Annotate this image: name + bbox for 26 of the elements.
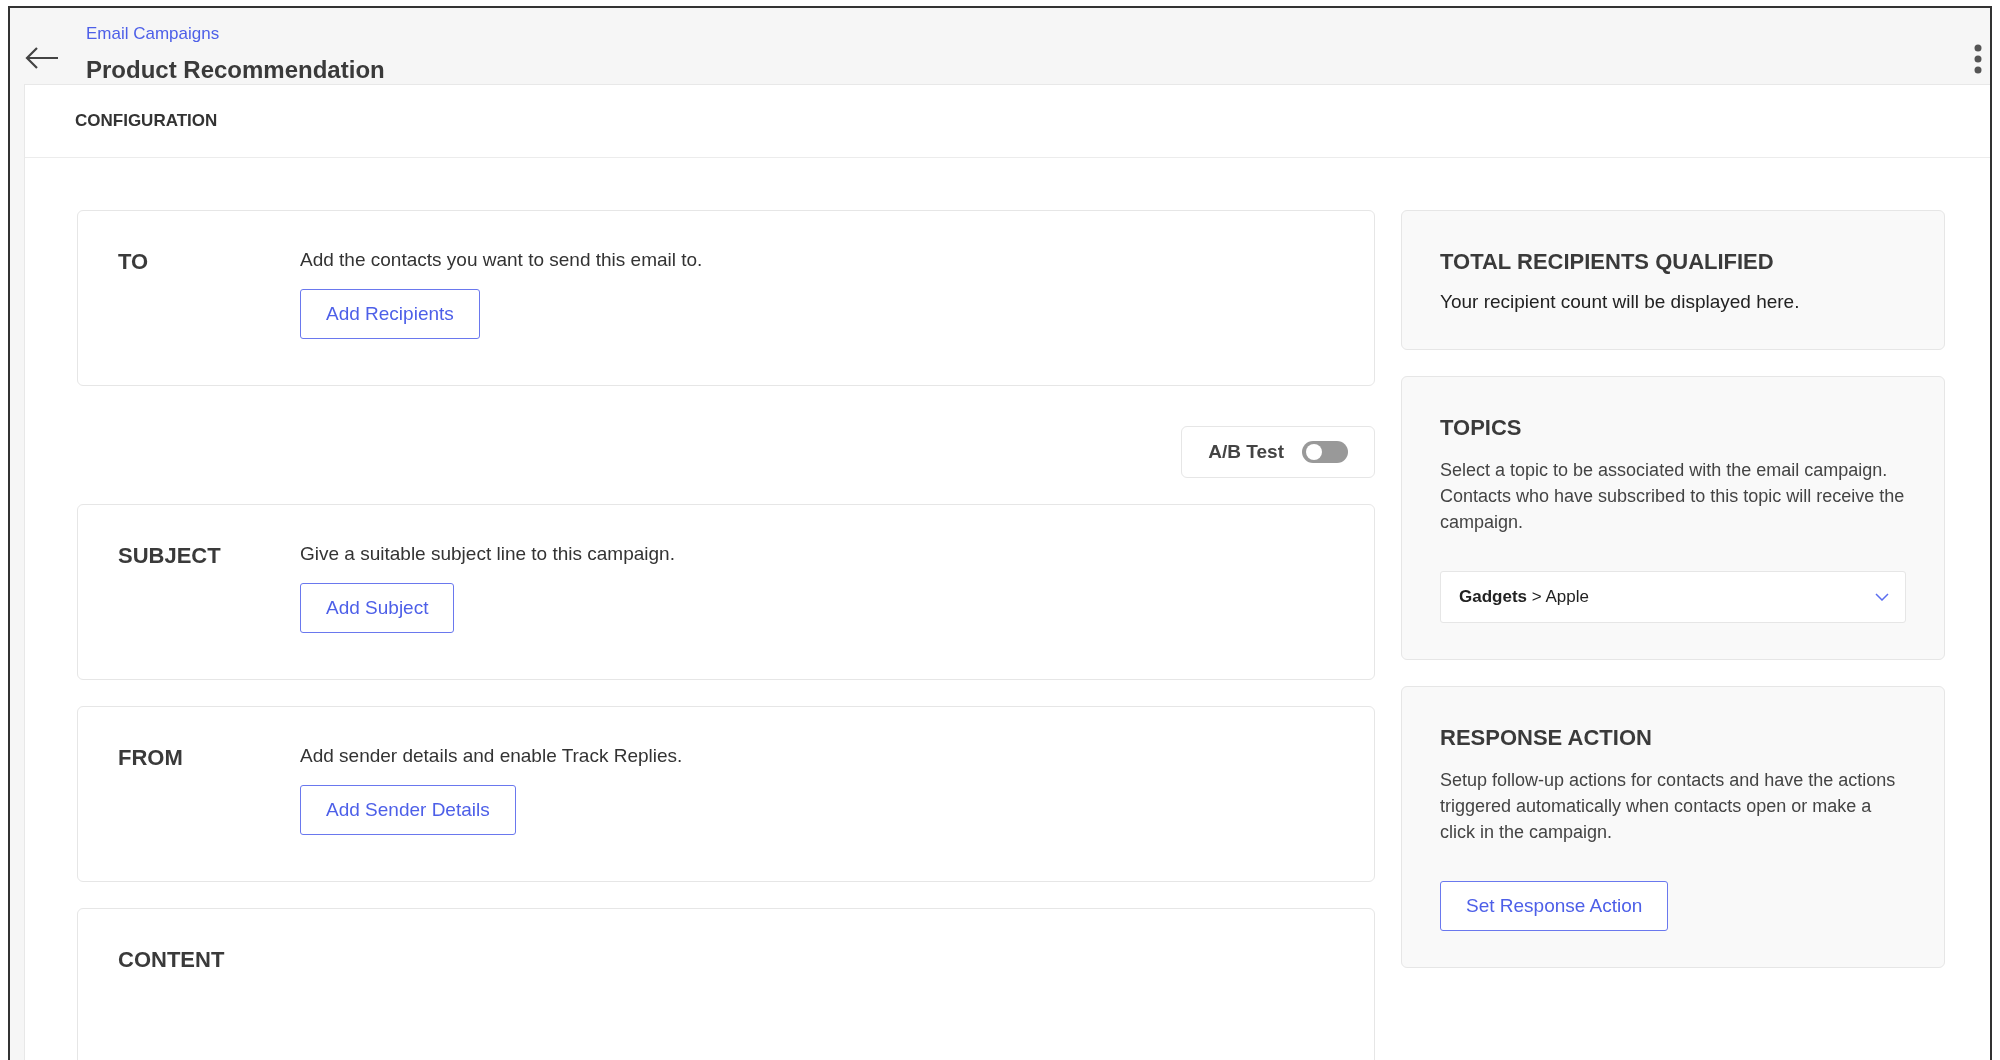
step-label: FROM	[118, 745, 184, 772]
breadcrumb-link[interactable]: Email Campaigns	[86, 24, 220, 44]
step-label: SUBJECT	[118, 543, 222, 570]
response-action-button[interactable]: Set Response Action	[1440, 881, 1669, 931]
step-label: TO	[118, 249, 150, 276]
toggle-label: A/B Test	[1208, 441, 1284, 463]
card-text: Setup follow-up actions for contacts and have the actions triggered automatically when contacts open or make a click in the campaign.	[1440, 769, 1897, 844]
back-arrow-icon[interactable]	[24, 46, 60, 70]
step-description: Add sender details and enable Track Replies.	[300, 745, 683, 767]
section-title: CONFIGURATION	[75, 111, 218, 131]
step-description: Give a suitable subject line to this campaign.	[300, 543, 675, 565]
step-button[interactable]: Add Recipients	[300, 289, 480, 339]
page-title: Product Recommendation	[86, 56, 386, 84]
card-title: TOTAL RECIPIENTS QUALIFIED	[1440, 249, 1775, 275]
step-button[interactable]: Add Sender Details	[300, 785, 516, 835]
chevron-down-icon	[1875, 593, 1889, 601]
topic-dropdown[interactable]: Gadgets > Apple	[1440, 571, 1906, 623]
card-text: Your recipient count will be displayed here.	[1440, 291, 1801, 313]
card-title: TOPICS	[1440, 415, 1523, 441]
toggle-switch[interactable]	[1302, 441, 1348, 463]
card-text: Select a topic to be associated with the email campaign. Contacts who have subscribed to this topic will receive the campaign.	[1440, 459, 1906, 534]
step-description: Add the contacts you want to send this email to.	[300, 249, 703, 271]
card-title: RESPONSE ACTION	[1440, 725, 1653, 751]
more-options-icon[interactable]	[1974, 44, 1982, 74]
step-label: CONTENT	[118, 947, 226, 974]
step-button[interactable]: Add Subject	[300, 583, 455, 633]
